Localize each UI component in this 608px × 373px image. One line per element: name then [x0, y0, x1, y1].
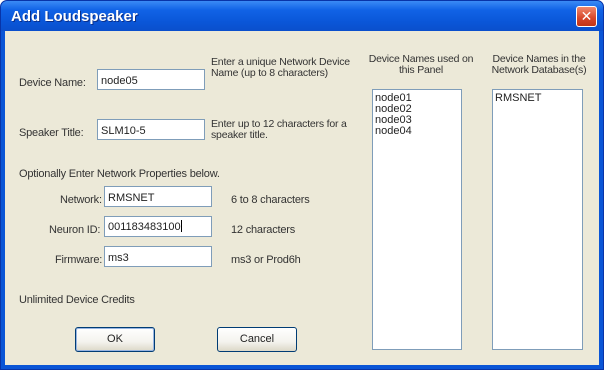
close-icon: ✕ — [580, 8, 593, 24]
neuron-id-input[interactable]: 001183483100 — [104, 216, 212, 237]
text-cursor — [180, 220, 182, 232]
ok-button[interactable]: OK — [75, 327, 155, 352]
panel-list-header: Device Names used on this Panel — [368, 53, 474, 76]
firmware-hint: ms3 or Prod6h — [231, 254, 301, 266]
title-bar[interactable]: Add Loudspeaker ✕ — [1, 1, 603, 31]
firmware-input[interactable] — [104, 246, 212, 267]
cancel-button[interactable]: Cancel — [217, 327, 297, 352]
dialog-window: Add Loudspeaker ✕ Device Name: Enter a u… — [0, 0, 604, 370]
speaker-title-label: Speaker Title: — [19, 127, 84, 139]
network-hint: 6 to 8 characters — [231, 194, 310, 206]
close-button[interactable]: ✕ — [576, 6, 597, 27]
list-item[interactable]: RMSNET — [495, 93, 580, 104]
database-list-header: Device Names in the Network Database(s) — [491, 53, 587, 76]
device-name-label: Device Name: — [19, 77, 86, 89]
network-label: Network: — [60, 194, 102, 206]
neuron-id-label: Neuron ID: — [49, 224, 101, 236]
database-device-list[interactable]: RMSNET — [492, 89, 583, 350]
device-credits-text: Unlimited Device Credits — [19, 294, 135, 306]
device-name-hint: Enter a unique Network Device Name (up t… — [211, 56, 350, 79]
neuron-id-value: 001183483100 — [108, 221, 181, 233]
list-item[interactable]: node04 — [375, 126, 459, 137]
speaker-title-input[interactable] — [97, 119, 205, 140]
optional-properties-heading: Optionally Enter Network Properties belo… — [19, 168, 220, 180]
dialog-body: Device Name: Enter a unique Network Devi… — [5, 31, 599, 365]
network-input[interactable] — [104, 186, 212, 207]
device-name-input[interactable] — [97, 69, 205, 90]
neuron-id-hint: 12 characters — [231, 224, 296, 236]
firmware-label: Firmware: — [55, 254, 103, 266]
panel-device-list[interactable]: node01 node02 node03 node04 — [372, 89, 462, 350]
dialog-title: Add Loudspeaker — [11, 8, 138, 25]
speaker-title-hint: Enter up to 12 characters for a speaker … — [211, 118, 347, 141]
